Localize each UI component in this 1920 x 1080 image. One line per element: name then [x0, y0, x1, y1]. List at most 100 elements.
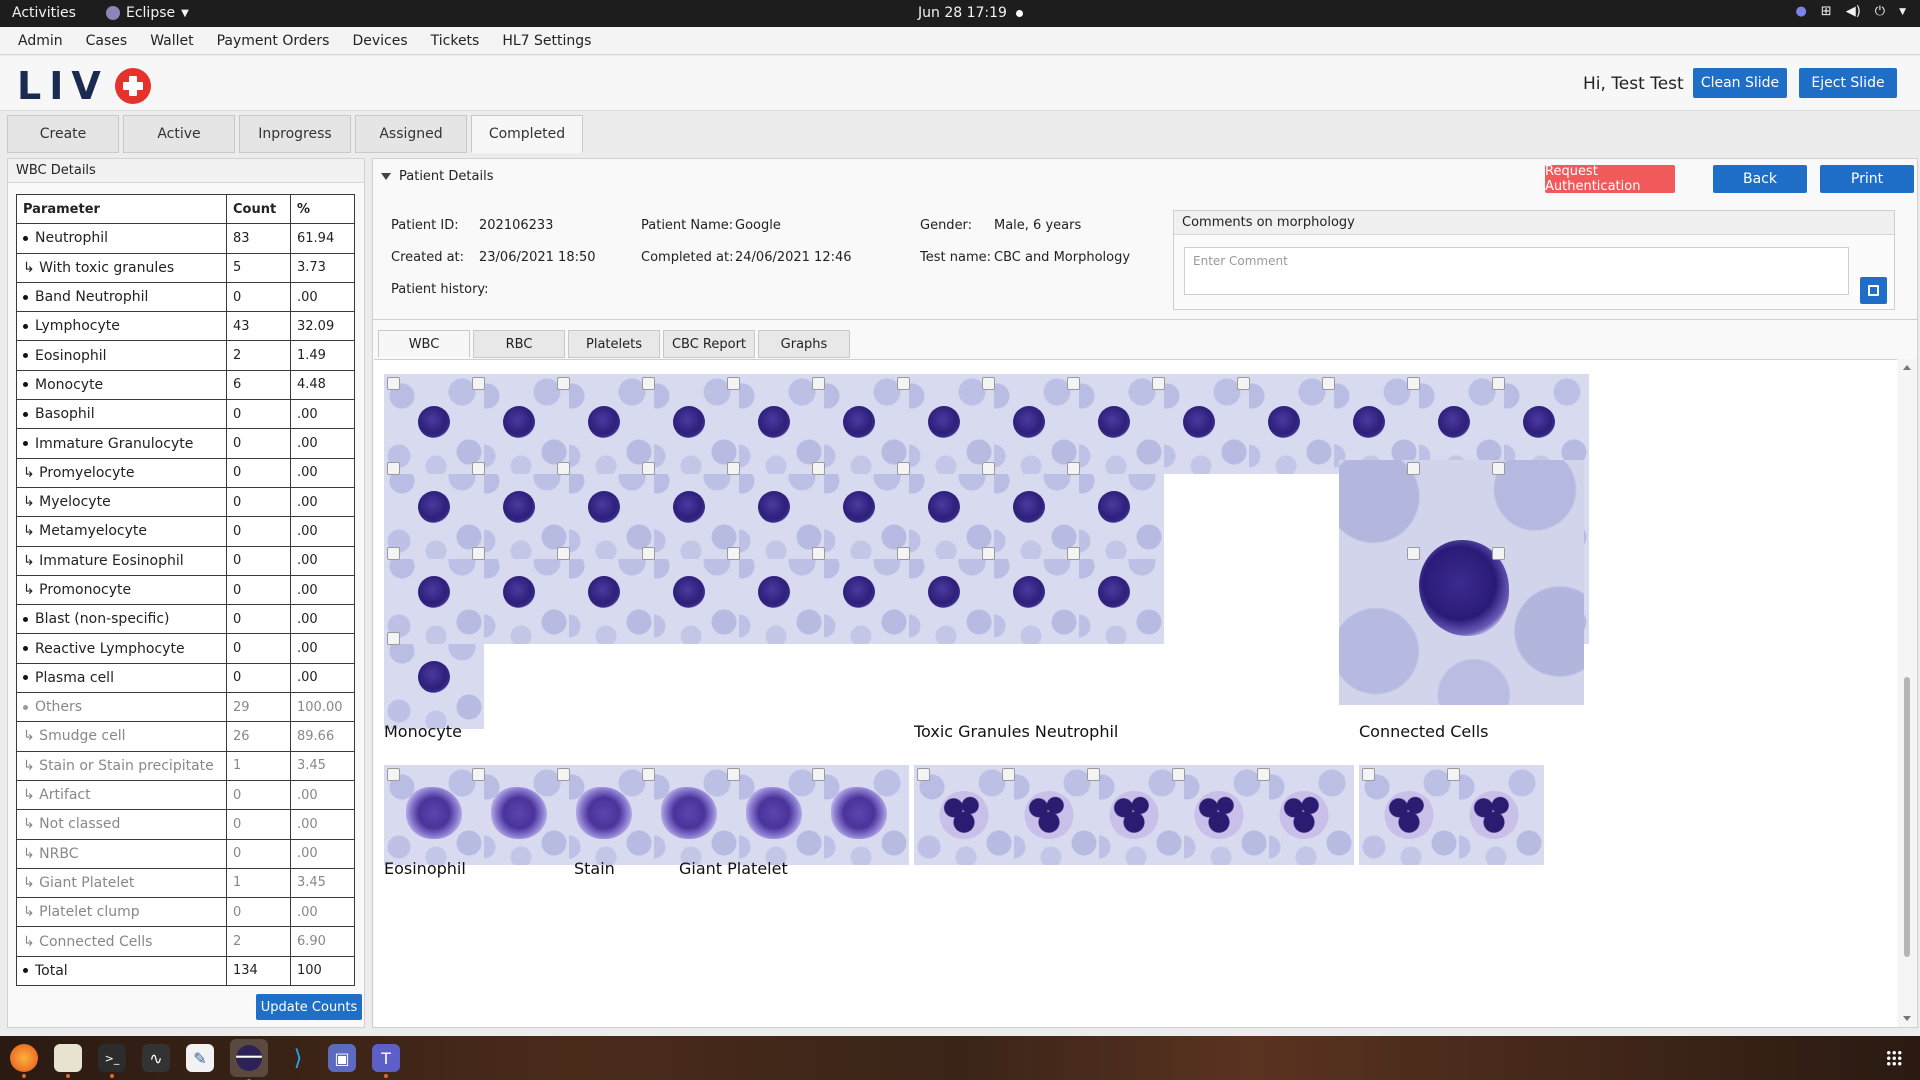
tab-active[interactable]: Active	[123, 115, 235, 153]
cell-thumbnail[interactable]	[1064, 374, 1164, 474]
print-button[interactable]: Print	[1820, 165, 1914, 193]
firefox-icon[interactable]	[10, 1044, 38, 1078]
cell-thumbnail[interactable]	[724, 459, 824, 559]
cell-thumbnail[interactable]	[1149, 374, 1249, 474]
cell-thumbnail[interactable]	[809, 374, 909, 474]
select-checkbox[interactable]	[812, 547, 825, 560]
cell-thumbnail[interactable]	[1404, 374, 1504, 474]
scroll-up-icon[interactable]	[1903, 365, 1911, 370]
terminal-icon[interactable]: >_	[98, 1044, 126, 1078]
cell-thumbnail[interactable]	[894, 374, 994, 474]
select-checkbox[interactable]	[727, 768, 740, 781]
tab-platelets[interactable]: Platelets	[568, 330, 660, 358]
select-checkbox[interactable]	[1407, 377, 1420, 390]
cell-thumbnail[interactable]	[469, 459, 569, 559]
cell-thumbnail[interactable]	[639, 459, 739, 559]
select-checkbox[interactable]	[727, 462, 740, 475]
count-cell[interactable]: 0	[226, 457, 291, 488]
select-checkbox[interactable]	[812, 462, 825, 475]
select-checkbox[interactable]	[387, 768, 400, 781]
system-monitor-icon[interactable]: ∿	[142, 1044, 170, 1072]
cell-thumbnail[interactable]	[554, 544, 654, 644]
select-checkbox[interactable]	[917, 768, 930, 781]
select-checkbox[interactable]	[557, 768, 570, 781]
select-checkbox[interactable]	[642, 377, 655, 390]
tab-assigned[interactable]: Assigned	[355, 115, 467, 153]
select-checkbox[interactable]	[812, 768, 825, 781]
show-apps-icon[interactable]	[1886, 1050, 1902, 1066]
cell-thumbnail[interactable]	[469, 765, 569, 865]
menu-tickets[interactable]: Tickets	[431, 33, 480, 49]
count-cell[interactable]: 0	[226, 545, 291, 576]
select-checkbox[interactable]	[642, 547, 655, 560]
cell-thumbnail[interactable]	[554, 459, 654, 559]
save-comment-button[interactable]	[1860, 277, 1887, 304]
eclipse-icon[interactable]	[230, 1039, 268, 1080]
patient-details-toggle[interactable]: Patient Details	[381, 169, 493, 184]
select-checkbox[interactable]	[472, 547, 485, 560]
cell-thumbnail[interactable]	[469, 374, 569, 474]
count-cell[interactable]: 1	[226, 750, 291, 781]
menu-wallet[interactable]: Wallet	[150, 33, 193, 49]
select-checkbox[interactable]	[387, 377, 400, 390]
select-checkbox[interactable]	[1152, 377, 1165, 390]
select-checkbox[interactable]	[982, 547, 995, 560]
tab-completed[interactable]: Completed	[471, 115, 583, 153]
select-checkbox[interactable]	[727, 377, 740, 390]
menu-devices[interactable]: Devices	[352, 33, 407, 49]
select-checkbox[interactable]	[982, 377, 995, 390]
tab-create[interactable]: Create	[7, 115, 119, 153]
system-tray[interactable]: ● ⊞ ◀) ⏻ ▼	[1795, 4, 1906, 19]
gallery-scrollbar[interactable]	[1898, 359, 1916, 1027]
count-cell[interactable]: 26	[226, 721, 291, 752]
tab-graphs[interactable]: Graphs	[758, 330, 850, 358]
activities-button[interactable]: Activities	[12, 5, 76, 21]
cell-thumbnail[interactable]	[384, 765, 484, 865]
update-counts-button[interactable]: Update Counts	[256, 994, 362, 1020]
app-menu[interactable]: Eclipse ▼	[106, 5, 189, 21]
select-checkbox[interactable]	[982, 462, 995, 475]
count-cell[interactable]: 0	[226, 428, 291, 459]
cell-thumbnail[interactable]	[914, 765, 1014, 865]
count-cell[interactable]: 43	[226, 311, 291, 342]
virtualbox-icon[interactable]: ▣	[328, 1044, 356, 1072]
select-checkbox[interactable]	[1067, 462, 1080, 475]
cell-thumbnail[interactable]	[999, 765, 1099, 865]
count-cell[interactable]: 134	[226, 955, 291, 987]
teams-tray-icon[interactable]: ●	[1795, 4, 1806, 19]
select-checkbox[interactable]	[1067, 377, 1080, 390]
cell-thumbnail[interactable]	[894, 544, 994, 644]
back-button[interactable]: Back	[1713, 165, 1807, 193]
select-checkbox[interactable]	[1002, 768, 1015, 781]
menu-payment-orders[interactable]: Payment Orders	[217, 33, 330, 49]
select-checkbox[interactable]	[1237, 377, 1250, 390]
select-checkbox[interactable]	[1492, 547, 1505, 560]
cell-thumbnail[interactable]	[1254, 765, 1354, 865]
cell-thumbnail[interactable]	[554, 374, 654, 474]
cell-thumbnail[interactable]	[1359, 765, 1459, 865]
count-cell[interactable]: 0	[226, 516, 291, 547]
tab-wbc[interactable]: WBC	[378, 330, 470, 358]
select-checkbox[interactable]	[387, 547, 400, 560]
count-cell[interactable]: 2	[226, 926, 291, 957]
count-cell[interactable]: 5	[226, 252, 291, 283]
scroll-down-icon[interactable]	[1903, 1016, 1911, 1021]
menu-cases[interactable]: Cases	[86, 33, 128, 49]
cell-thumbnail[interactable]	[1084, 765, 1184, 865]
count-cell[interactable]: 0	[226, 779, 291, 811]
select-checkbox[interactable]	[557, 547, 570, 560]
cell-thumbnail[interactable]	[1064, 544, 1164, 644]
select-checkbox[interactable]	[1492, 462, 1505, 475]
text-editor-icon[interactable]: ✎	[186, 1044, 214, 1072]
select-checkbox[interactable]	[1362, 768, 1375, 781]
vscode-icon[interactable]: ⟩	[284, 1044, 312, 1072]
cell-thumbnail[interactable]	[1234, 374, 1334, 474]
count-cell[interactable]: 0	[226, 486, 291, 518]
select-checkbox[interactable]	[557, 462, 570, 475]
cell-thumbnail[interactable]	[639, 544, 739, 644]
scrollbar-thumb[interactable]	[1904, 677, 1910, 957]
count-cell[interactable]: 0	[226, 281, 291, 313]
select-checkbox[interactable]	[897, 462, 910, 475]
count-cell[interactable]: 0	[226, 399, 291, 430]
count-cell[interactable]: 1	[226, 867, 291, 899]
